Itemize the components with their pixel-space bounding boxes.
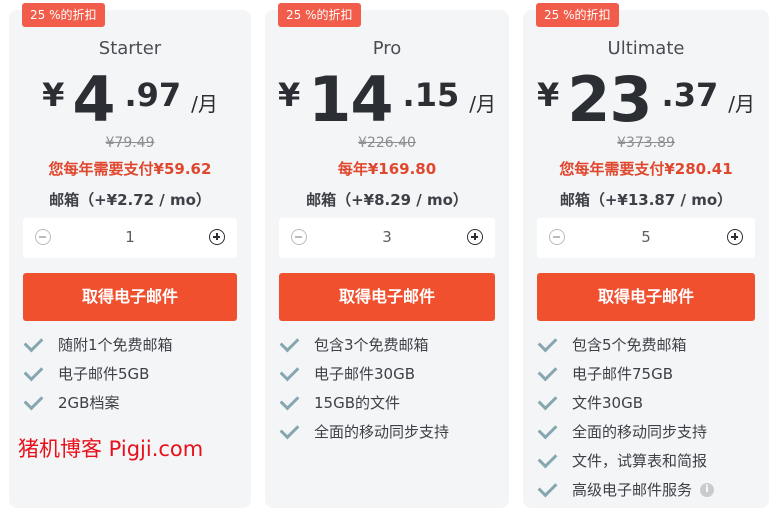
check-icon [279,419,300,440]
feature-item: 包含5个免费邮箱 [537,330,759,359]
discount-badge: 25 %的折扣 [278,3,361,27]
price-decimal: .15 [402,76,460,114]
feature-text: 包含3个免费邮箱 [314,336,429,354]
yearly-total: 您每年需要支付¥280.41 [559,160,733,178]
feature-item: 15GB的文件 [279,388,499,417]
discount-badge: 25 %的折扣 [536,3,619,27]
plus-circle-icon[interactable] [467,229,483,245]
price-period: /月 [728,92,755,116]
check-icon [537,361,558,382]
get-email-button[interactable]: 取得电子邮件 [23,273,237,321]
mailbox-quantity-stepper: 1 [23,218,237,258]
feature-item: 电子邮件5GB [23,359,241,388]
price-integer: 14 [308,63,393,136]
feature-text: 2GB档案 [58,394,120,412]
check-icon [537,448,558,469]
discount-badge: 25 %的折扣 [22,3,105,27]
check-icon [537,390,558,411]
plus-circle-icon[interactable] [727,229,743,245]
feature-item: 电子邮件75GB [537,359,759,388]
check-icon [279,390,300,411]
get-email-button[interactable]: 取得电子邮件 [279,273,495,321]
price-currency: ¥ [42,76,65,114]
price-period: /月 [469,92,496,116]
price-decimal: .97 [124,76,182,114]
mailbox-quantity-stepper: 3 [279,218,495,258]
original-price: ¥373.89 [617,135,675,151]
watermark-text: 猪机博客 Pigji.com [18,437,204,461]
feature-text: 高级电子邮件服务 [572,481,693,499]
mailbox-price: 邮箱（+¥13.87 / mo） [559,191,733,209]
feature-item: 2GB档案 [23,388,241,417]
feature-item: 包含3个免费邮箱 [279,330,499,359]
price-currency: ¥ [537,76,560,114]
feature-text: 随附1个免费邮箱 [58,336,173,354]
check-icon [279,332,300,353]
check-icon [23,361,44,382]
feature-list: 包含3个免费邮箱 电子邮件30GB 15GB的文件 全面的移动同步支持 [279,330,499,446]
check-icon [537,477,558,498]
feature-item: 全面的移动同步支持 [537,417,759,446]
plan-name: Starter [98,38,162,59]
check-icon [23,332,44,353]
price-decimal: .37 [661,76,719,114]
mailbox-price: 邮箱（+¥8.29 / mo） [306,191,468,209]
minus-circle-icon[interactable] [291,229,307,245]
mailbox-price: 邮箱（+¥2.72 / mo） [49,191,211,209]
feature-item: 随附1个免费邮箱 [23,330,241,359]
minus-circle-icon[interactable] [35,229,51,245]
check-icon [279,361,300,382]
price-currency: ¥ [278,76,301,114]
feature-item: 文件30GB [537,388,759,417]
check-icon [23,390,44,411]
plus-circle-icon[interactable] [209,229,225,245]
feature-text: 电子邮件75GB [572,365,674,383]
quantity-value[interactable]: 3 [319,228,455,246]
plan-name: Ultimate [607,38,685,59]
feature-text: 文件30GB [572,394,644,412]
check-icon [537,332,558,353]
feature-item: 全面的移动同步支持 [279,417,499,446]
plan-price: ¥ 14 .15 /月 [265,68,509,132]
plan-name: Pro [372,38,402,59]
info-icon[interactable]: i [700,482,715,497]
feature-text: 电子邮件5GB [58,365,150,383]
yearly-total: 每年¥169.80 [337,160,437,178]
check-icon [537,419,558,440]
feature-item: 文件，试算表和简报 [537,446,759,475]
price-integer: 4 [72,63,115,136]
quantity-value[interactable]: 5 [577,228,715,246]
original-price: ¥226.40 [358,135,416,151]
plan-price: ¥ 4 .97 /月 [9,68,251,132]
price-integer: 23 [567,63,652,136]
feature-text: 文件，试算表和简报 [572,452,708,470]
plan-price: ¥ 23 .37 /月 [523,68,769,132]
plan-card-ultimate: 25 %的折扣 Ultimate ¥ 23 .37 /月 ¥373.89 您每年… [523,3,769,508]
feature-text: 全面的移动同步支持 [572,423,708,441]
feature-text: 15GB的文件 [314,394,401,412]
price-period: /月 [191,92,218,116]
feature-text: 全面的移动同步支持 [314,423,450,441]
quantity-value[interactable]: 1 [63,228,197,246]
feature-list: 随附1个免费邮箱 电子邮件5GB 2GB档案 [23,330,241,417]
feature-text: 电子邮件30GB [314,365,416,383]
plan-card-pro: 25 %的折扣 Pro ¥ 14 .15 /月 ¥226.40 每年¥169.8… [265,3,509,508]
feature-item: 高级电子邮件服务 i [537,475,759,504]
feature-list: 包含5个免费邮箱 电子邮件75GB 文件30GB 全面的移动同步支持 文件，试算… [537,330,759,504]
original-price: ¥79.49 [105,135,155,151]
minus-circle-icon[interactable] [549,229,565,245]
feature-item: 电子邮件30GB [279,359,499,388]
yearly-total: 您每年需要支付¥59.62 [48,160,212,178]
get-email-button[interactable]: 取得电子邮件 [537,273,755,321]
mailbox-quantity-stepper: 5 [537,218,755,258]
feature-text: 包含5个免费邮箱 [572,336,687,354]
